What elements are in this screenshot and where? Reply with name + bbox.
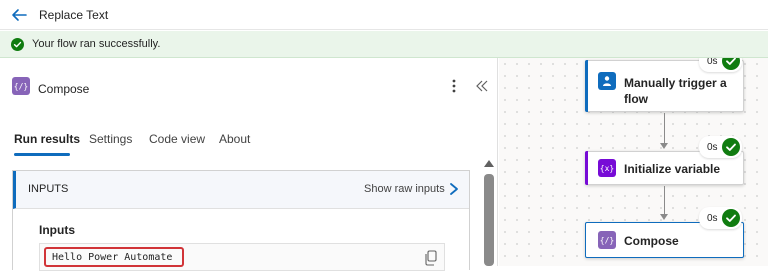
inputs-header[interactable]: INPUTS Show raw inputs (13, 171, 469, 209)
node-status-badge: 0s (699, 207, 742, 229)
tab-code-view[interactable]: Code view (149, 132, 205, 146)
panel-scrollbar[interactable] (482, 158, 496, 266)
node-status-badge: 0s (699, 58, 742, 72)
copy-icon[interactable] (424, 250, 438, 266)
arrow-left-icon[interactable] (10, 6, 28, 24)
inputs-field-label: Inputs (39, 223, 75, 237)
panel-title: Compose (38, 82, 90, 96)
action-details-panel: {/} Compose Run results Settings Code vi… (0, 58, 498, 271)
chevron-right-icon[interactable] (448, 181, 460, 197)
inputs-heading: INPUTS (28, 183, 69, 195)
node-accent-bar (585, 151, 588, 185)
scroll-up-arrow-icon[interactable] (484, 160, 494, 167)
page-title: Replace Text (39, 8, 109, 22)
inputs-value-box: Hello Power Automate (39, 243, 445, 271)
more-options-icon[interactable] (447, 78, 461, 94)
compose-icon: {/} (12, 77, 30, 95)
inputs-value: Hello Power Automate (44, 247, 184, 267)
node-duration: 0s (707, 141, 718, 153)
success-check-icon (721, 209, 740, 227)
check-circle-icon (11, 38, 24, 51)
tab-settings[interactable]: Settings (89, 132, 132, 146)
flow-canvas: Manually trigger a flow 0s {x} Initializ… (499, 58, 768, 266)
flow-connector (664, 186, 665, 214)
scroll-thumb[interactable] (484, 174, 494, 266)
tab-about[interactable]: About (219, 132, 250, 146)
tab-run-results[interactable]: Run results (14, 132, 80, 146)
inputs-card: INPUTS Show raw inputs Inputs Hello Powe… (12, 170, 470, 271)
success-check-icon (721, 58, 740, 70)
node-label: Initialize variable (624, 162, 721, 176)
manual-trigger-icon (598, 72, 616, 90)
top-bar: Replace Text (0, 0, 768, 30)
flow-connector (664, 113, 665, 143)
node-accent-bar (585, 60, 588, 112)
node-label: Manually trigger a (624, 76, 727, 90)
success-check-icon (721, 138, 740, 156)
compose-icon: {/} (598, 231, 616, 249)
connector-arrow-icon (660, 214, 668, 220)
node-duration: 0s (707, 212, 718, 224)
collapse-panel-icon[interactable] (474, 78, 490, 94)
node-label-line2: flow (624, 92, 648, 106)
active-tab-indicator (14, 153, 70, 156)
node-duration: 0s (707, 58, 718, 67)
node-status-badge: 0s (699, 136, 742, 158)
node-label: Compose (624, 234, 679, 248)
show-raw-inputs-link[interactable]: Show raw inputs (364, 183, 445, 195)
success-banner: Your flow ran successfully. (0, 31, 768, 58)
connector-arrow-icon (660, 143, 668, 149)
variable-icon: {x} (598, 159, 616, 177)
banner-message: Your flow ran successfully. (32, 38, 161, 50)
